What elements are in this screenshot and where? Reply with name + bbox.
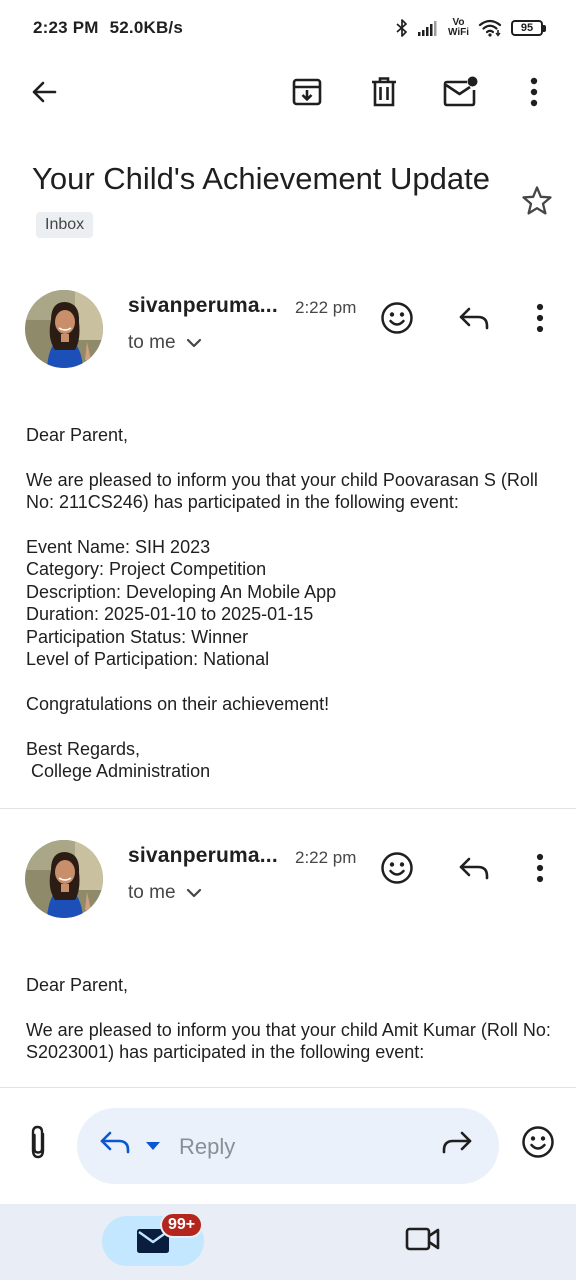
- reply-button[interactable]: [450, 296, 498, 344]
- body-line: Category: Project Competition: [26, 559, 267, 580]
- message-divider: [0, 808, 576, 809]
- subject-text: Your Child's Achievement Update: [32, 161, 490, 196]
- attach-button[interactable]: [14, 1120, 62, 1168]
- more-vert-icon: [529, 77, 539, 112]
- vowifi-line2: WiFi: [447, 27, 469, 38]
- wifi-icon: [478, 19, 502, 37]
- body-line: College Administration: [26, 761, 211, 782]
- email-subject: Your Child's Achievement Update Inbox: [32, 156, 492, 248]
- back-arrow-icon: [29, 77, 59, 112]
- recipients-text: to me: [128, 332, 176, 353]
- battery-icon: 95: [511, 20, 546, 36]
- mark-unread-button[interactable]: [437, 62, 485, 126]
- body-line: Level of Participation: National: [26, 649, 270, 670]
- delete-button[interactable]: [360, 62, 408, 126]
- add-reaction-button[interactable]: [373, 846, 421, 894]
- emoji-icon: [521, 1125, 555, 1164]
- delete-icon: [369, 76, 399, 113]
- body-line: We are pleased to inform you that your c…: [26, 469, 538, 513]
- body-line: Dear Parent,: [26, 975, 129, 995]
- message-more-button[interactable]: [516, 846, 564, 894]
- status-left: 2:23 PM 52.0KB/s: [33, 18, 189, 38]
- add-reaction-button[interactable]: [373, 296, 421, 344]
- reply-icon: [458, 856, 490, 885]
- body-line: Congratulations on their achievement!: [26, 693, 330, 714]
- sender-name[interactable]: sivanperuma...: [128, 844, 278, 868]
- forward-icon[interactable]: [441, 1130, 473, 1159]
- reply-bar: Reply: [0, 1088, 576, 1204]
- message-more-button[interactable]: [516, 296, 564, 344]
- body-line: Best Regards,: [26, 738, 141, 759]
- avatar[interactable]: [25, 840, 103, 918]
- back-button[interactable]: [20, 62, 68, 126]
- reply-input[interactable]: Reply: [77, 1108, 499, 1184]
- archive-icon: [291, 76, 323, 113]
- bluetooth-icon: [396, 19, 408, 37]
- nav-meet-tab[interactable]: [398, 1218, 448, 1264]
- reply-icon[interactable]: [99, 1130, 131, 1159]
- status-bar: 2:23 PM 52.0KB/s Vo WiFi 95: [0, 0, 576, 56]
- sender-name[interactable]: sivanperuma...: [128, 294, 278, 318]
- inbox-label-chip[interactable]: Inbox: [36, 212, 94, 238]
- unread-badge: 99+: [160, 1212, 204, 1238]
- emoji-icon: [380, 301, 414, 340]
- vowifi-icon: Vo WiFi: [448, 18, 469, 38]
- message-2: sivanperuma... 2:22 pm to me Dear Parent…: [0, 840, 576, 1086]
- star-button[interactable]: [516, 182, 558, 224]
- more-vert-icon: [535, 303, 545, 338]
- message-1: sivanperuma... 2:22 pm to me Dear Parent…: [0, 290, 576, 790]
- message-time: 2:22 pm: [295, 848, 357, 867]
- reply-placeholder: Reply: [179, 1134, 236, 1159]
- attach-icon: [26, 1124, 50, 1165]
- battery-level: 95: [511, 20, 543, 36]
- body-line: Description: Developing An Mobile App: [26, 581, 337, 602]
- more-options-button[interactable]: [510, 62, 558, 126]
- recipients-toggle[interactable]: to me: [128, 882, 202, 904]
- recipients-toggle[interactable]: to me: [128, 332, 202, 354]
- more-vert-icon: [535, 853, 545, 888]
- star-icon: [521, 185, 553, 222]
- archive-button[interactable]: [283, 62, 331, 126]
- body-line: Participation Status: Winner: [26, 626, 249, 647]
- chevron-down-icon: [186, 332, 202, 354]
- mark-unread-icon: [443, 76, 479, 113]
- network-speed: 52.0KB/s: [109, 18, 184, 37]
- nav-mail-tab[interactable]: 99+: [102, 1212, 204, 1266]
- battery-tip: [543, 24, 546, 32]
- message-body: Dear Parent, We are pleased to inform yo…: [26, 974, 556, 1064]
- chevron-down-icon: [186, 882, 202, 904]
- reply-button[interactable]: [450, 846, 498, 894]
- subject-header: Your Child's Achievement Update Inbox: [32, 156, 492, 248]
- caret-down-icon[interactable]: [145, 1138, 161, 1156]
- video-icon: [405, 1226, 441, 1257]
- body-line: We are pleased to inform you that your c…: [26, 1019, 551, 1063]
- body-line: Dear Parent,: [26, 425, 129, 445]
- body-line: Duration: 2025-01-10 to 2025-01-15: [26, 604, 314, 625]
- avatar[interactable]: [25, 290, 103, 368]
- reply-icon: [458, 306, 490, 335]
- signal-icon: [417, 20, 439, 36]
- status-icons: Vo WiFi 95: [396, 18, 546, 38]
- top-toolbar: [0, 62, 576, 126]
- body-line: Event Name: SIH 2023: [26, 537, 211, 557]
- message-time: 2:22 pm: [295, 298, 357, 317]
- emoji-icon: [380, 851, 414, 890]
- emoji-button[interactable]: [514, 1120, 562, 1168]
- status-time: 2:23 PM: [33, 18, 99, 37]
- recipients-text: to me: [128, 882, 176, 903]
- message-body: Dear Parent, We are pleased to inform yo…: [26, 424, 556, 782]
- bottom-navigation: 99+: [0, 1204, 576, 1280]
